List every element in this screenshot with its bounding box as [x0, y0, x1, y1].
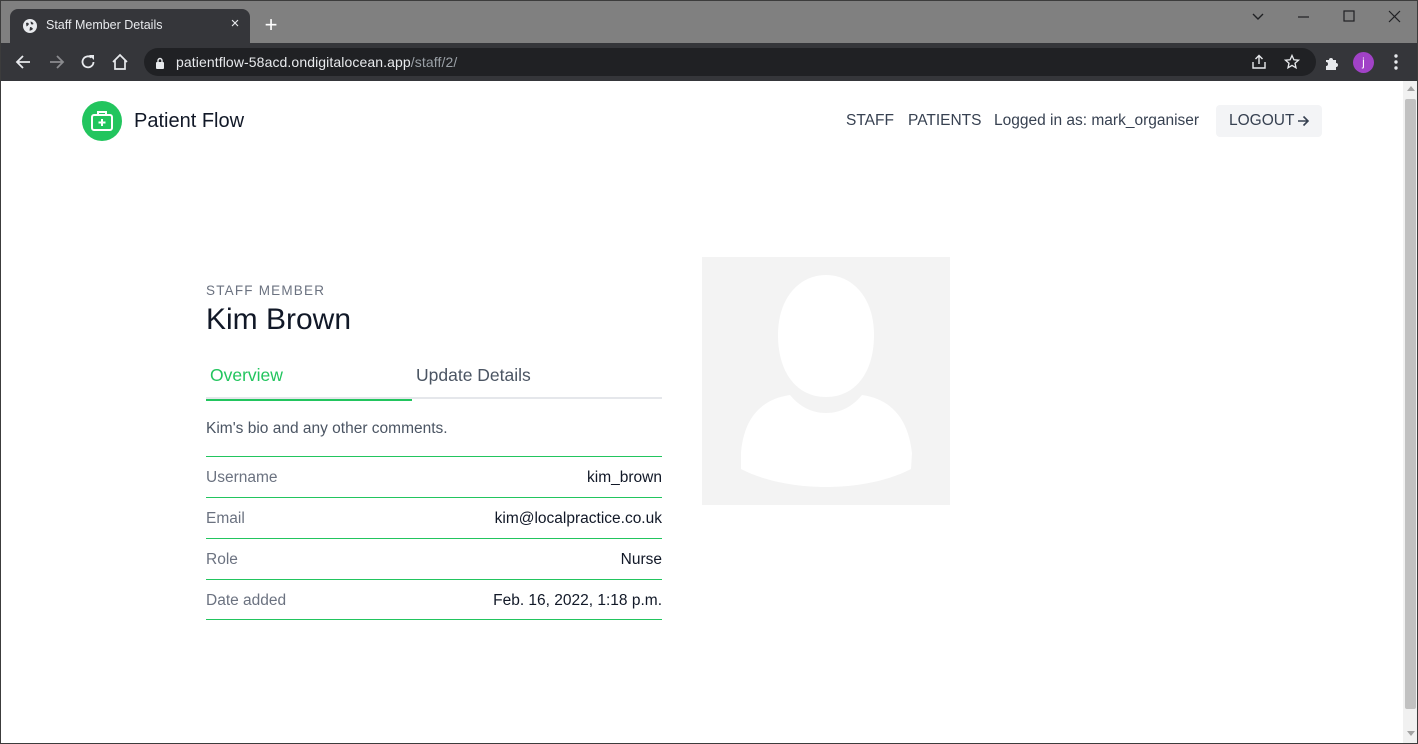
share-icon[interactable] [1251, 54, 1267, 70]
close-window-icon[interactable] [1385, 9, 1405, 25]
bookmark-star-icon[interactable] [1283, 53, 1301, 70]
detail-label: Role [206, 551, 238, 568]
url-text: patientflow-58acd.ondigitalocean.app/sta… [176, 54, 457, 70]
detail-value: Feb. 16, 2022, 1:18 p.m. [493, 592, 662, 609]
url-path: /staff/2/ [410, 54, 458, 70]
url-host: patientflow-58acd.ondigitalocean.app [176, 54, 411, 70]
profile-avatar[interactable]: j [1353, 52, 1374, 73]
maximize-icon[interactable] [1339, 9, 1359, 25]
globe-icon [23, 19, 37, 33]
new-tab-button[interactable]: + [261, 14, 281, 36]
detail-label: Email [206, 510, 245, 527]
tab-update-details[interactable]: Update Details [412, 365, 662, 401]
tab-overview[interactable]: Overview [206, 365, 412, 401]
section-eyebrow: STAFF MEMBER [206, 283, 326, 298]
page-content: Patient Flow STAFF PATIENTS Logged in as… [1, 81, 1403, 743]
staff-bio: Kim's bio and any other comments. [206, 420, 448, 437]
arrow-right-icon [1296, 114, 1310, 128]
person-silhouette-icon [702, 257, 950, 505]
browser-menu-icon[interactable] [1389, 53, 1403, 71]
browser-tab[interactable]: Staff Member Details × [10, 9, 250, 43]
staff-avatar [702, 257, 950, 505]
browser-toolbar: patientflow-58acd.ondigitalocean.app/sta… [1, 43, 1417, 81]
tab-search-icon[interactable] [1248, 9, 1268, 25]
detail-value: Nurse [620, 551, 662, 568]
logout-label: LOGOUT [1229, 112, 1295, 129]
forward-icon[interactable] [46, 52, 66, 72]
scroll-down-icon[interactable] [1407, 731, 1415, 736]
nav-staff-link[interactable]: STAFF [846, 112, 894, 130]
detail-value: kim_brown [587, 469, 662, 486]
detail-value: kim@localpractice.co.uk [494, 510, 662, 527]
medical-kit-icon[interactable] [82, 101, 122, 141]
detail-row-role: Role Nurse [206, 538, 662, 579]
staff-details-list: Username kim_brown Email kim@localpracti… [206, 456, 662, 620]
logout-button[interactable]: LOGOUT [1216, 105, 1322, 137]
brand-name[interactable]: Patient Flow [134, 110, 244, 133]
minimize-icon[interactable] [1294, 9, 1314, 25]
address-bar[interactable]: patientflow-58acd.ondigitalocean.app/sta… [144, 48, 1316, 76]
extensions-icon[interactable] [1323, 54, 1341, 72]
close-tab-icon[interactable]: × [227, 16, 243, 32]
staff-tabs: Overview Update Details [206, 361, 662, 401]
nav-patients-link[interactable]: PATIENTS [908, 112, 982, 130]
home-icon[interactable] [110, 52, 130, 72]
detail-label: Username [206, 469, 278, 486]
detail-label: Date added [206, 592, 287, 609]
detail-row-email: Email kim@localpractice.co.uk [206, 497, 662, 538]
detail-row-date-added: Date added Feb. 16, 2022, 1:18 p.m. [206, 579, 662, 620]
lock-icon [155, 56, 165, 69]
staff-name: Kim Brown [206, 303, 352, 336]
reload-icon[interactable] [78, 52, 98, 72]
page-scrollbar[interactable] [1403, 81, 1417, 743]
logged-in-status: Logged in as: mark_organiser [994, 112, 1200, 129]
tab-title: Staff Member Details [46, 18, 163, 32]
detail-row-username: Username kim_brown [206, 456, 662, 497]
scroll-thumb[interactable] [1405, 99, 1416, 709]
scroll-up-icon[interactable] [1407, 86, 1415, 91]
back-icon[interactable] [14, 52, 34, 72]
browser-window: Staff Member Details × + patientflow-58a… [0, 0, 1418, 744]
title-bar: Staff Member Details × + [1, 1, 1417, 43]
